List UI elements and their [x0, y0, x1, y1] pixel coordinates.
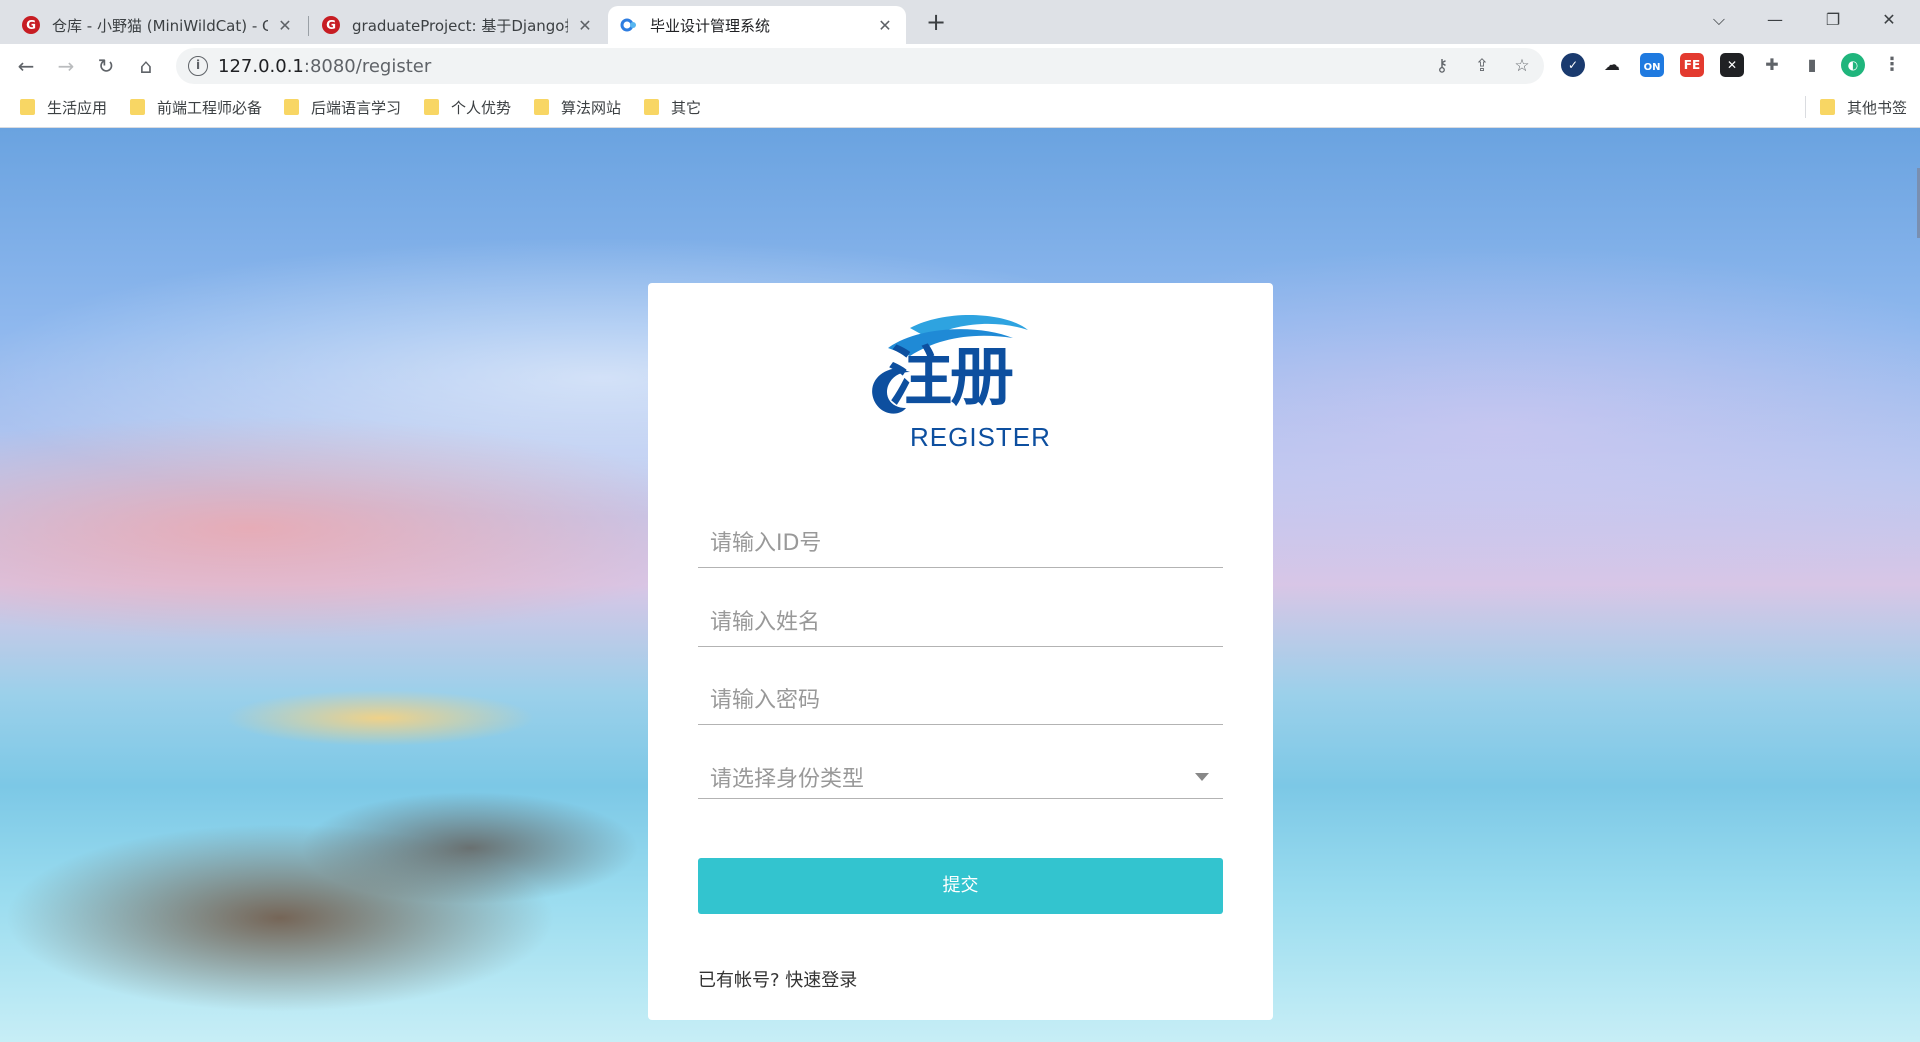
login-prompt: 已有帐号? 快速登录: [698, 966, 857, 992]
close-icon[interactable]: ✕: [576, 16, 594, 35]
restore-icon[interactable]: ❐: [1810, 4, 1856, 36]
has-account-text: 已有帐号?: [698, 970, 780, 991]
password-field[interactable]: [698, 675, 1223, 725]
new-tab-button[interactable]: +: [922, 8, 950, 36]
page-background: 注册 REGISTER 请选择身份类型 提交 已有帐号? 快速登录: [0, 128, 1920, 1042]
minimize-icon[interactable]: —: [1752, 4, 1798, 36]
tab-gitee-repo[interactable]: G 仓库 - 小野猫 (MiniWildCat) - G ✕: [10, 6, 306, 44]
gitee-icon: G: [22, 16, 40, 34]
tab-divider: [308, 16, 309, 36]
register-logo: 注册 REGISTER: [848, 308, 1073, 458]
url-text[interactable]: 127.0.0.1:8080/register: [218, 56, 431, 77]
tab-title: graduateProject: 基于Django打: [352, 16, 568, 35]
password-input[interactable]: [710, 683, 1200, 717]
bookmark-label: 其它: [671, 98, 702, 117]
folder-icon: [284, 99, 299, 115]
tab-title: 仓库 - 小野猫 (MiniWildCat) - G: [52, 16, 268, 35]
cloud-extension-icon[interactable]: ☁: [1600, 53, 1624, 77]
address-bar[interactable]: i 127.0.0.1:8080/register ⚷ ⇪ ☆: [176, 48, 1544, 84]
bookmark-star-icon[interactable]: ☆: [1510, 54, 1534, 78]
bookmark-folder[interactable]: 后端语言学习: [284, 96, 401, 118]
profile-avatar[interactable]: ◐: [1841, 53, 1865, 77]
reload-icon[interactable]: ↻: [92, 52, 120, 80]
folder-icon: [644, 99, 659, 115]
puzzle-icon[interactable]: ✚: [1760, 53, 1784, 77]
bookmark-label: 后端语言学习: [311, 98, 402, 117]
tab-graduate-project[interactable]: G graduateProject: 基于Django打 ✕: [310, 6, 606, 44]
forward-icon[interactable]: →: [52, 52, 80, 80]
bookmark-label: 个人优势: [451, 98, 512, 117]
role-select[interactable]: 请选择身份类型: [698, 749, 1223, 799]
browser-toolbar: ← → ↻ ⌂ i 127.0.0.1:8080/register ⚷ ⇪ ☆ …: [0, 44, 1920, 86]
bookmark-label: 其他书签: [1847, 98, 1908, 117]
bookmarks-bar: 生活应用 前端工程师必备 后端语言学习 个人优势 算法网站 其它 其他书签: [0, 86, 1920, 128]
share-icon[interactable]: ⇪: [1470, 54, 1494, 78]
role-select-placeholder: 请选择身份类型: [710, 767, 865, 792]
site-icon: [620, 16, 638, 34]
bookmark-folder[interactable]: 算法网站: [534, 96, 621, 118]
folder-icon: [1820, 99, 1835, 115]
home-icon[interactable]: ⌂: [132, 52, 160, 80]
site-info-icon[interactable]: i: [188, 56, 208, 76]
tab-strip: G 仓库 - 小野猫 (MiniWildCat) - G ✕ G graduat…: [0, 0, 1920, 44]
folder-icon: [424, 99, 439, 115]
bookmark-label: 生活应用: [47, 98, 108, 117]
url-path: :8080/register: [303, 56, 432, 77]
gitee-icon: G: [322, 16, 340, 34]
id-field[interactable]: [698, 518, 1223, 568]
logo-chinese-text: 注册: [888, 341, 1014, 415]
back-icon[interactable]: ←: [12, 52, 40, 80]
folder-icon: [534, 99, 549, 115]
logo-english-text: REGISTER: [910, 422, 1051, 452]
register-card: 注册 REGISTER 请选择身份类型 提交 已有帐号? 快速登录: [648, 283, 1273, 1020]
url-host: 127.0.0.1: [218, 56, 304, 77]
fe-extension-icon[interactable]: FE: [1680, 53, 1704, 77]
tab-title: 毕业设计管理系统: [650, 16, 771, 35]
bookmark-folder[interactable]: 前端工程师必备: [130, 96, 262, 118]
other-bookmarks-folder[interactable]: 其他书签: [1820, 96, 1907, 118]
chevron-down-icon: [1195, 773, 1209, 781]
folder-icon: [20, 99, 35, 115]
bookmark-label: 前端工程师必备: [157, 98, 263, 117]
name-field[interactable]: [698, 597, 1223, 647]
bookmark-divider: [1805, 96, 1806, 118]
side-panel-icon[interactable]: ▮: [1800, 53, 1824, 77]
menu-dots-icon[interactable]: ⋮: [1880, 53, 1904, 77]
close-icon[interactable]: ✕: [876, 16, 894, 35]
tab-active-system[interactable]: 毕业设计管理系统 ✕: [608, 6, 906, 44]
x-extension-icon[interactable]: ✕: [1720, 53, 1744, 77]
name-input[interactable]: [710, 605, 1200, 639]
close-icon[interactable]: ✕: [276, 16, 294, 35]
tab-search-icon[interactable]: ⌵: [1696, 4, 1742, 36]
bookmark-folder[interactable]: 其它: [644, 96, 701, 118]
id-input[interactable]: [710, 526, 1200, 560]
on-extension-icon[interactable]: ON: [1640, 53, 1664, 77]
quick-login-link[interactable]: 快速登录: [785, 970, 857, 991]
bookmark-folder[interactable]: 生活应用: [20, 96, 107, 118]
key-icon[interactable]: ⚷: [1430, 54, 1454, 78]
submit-button[interactable]: 提交: [698, 858, 1223, 914]
bookmark-folder[interactable]: 个人优势: [424, 96, 511, 118]
bookmark-label: 算法网站: [561, 98, 622, 117]
folder-icon: [130, 99, 145, 115]
close-window-icon[interactable]: ✕: [1866, 4, 1912, 36]
check-extension-icon[interactable]: ✓: [1561, 53, 1585, 77]
